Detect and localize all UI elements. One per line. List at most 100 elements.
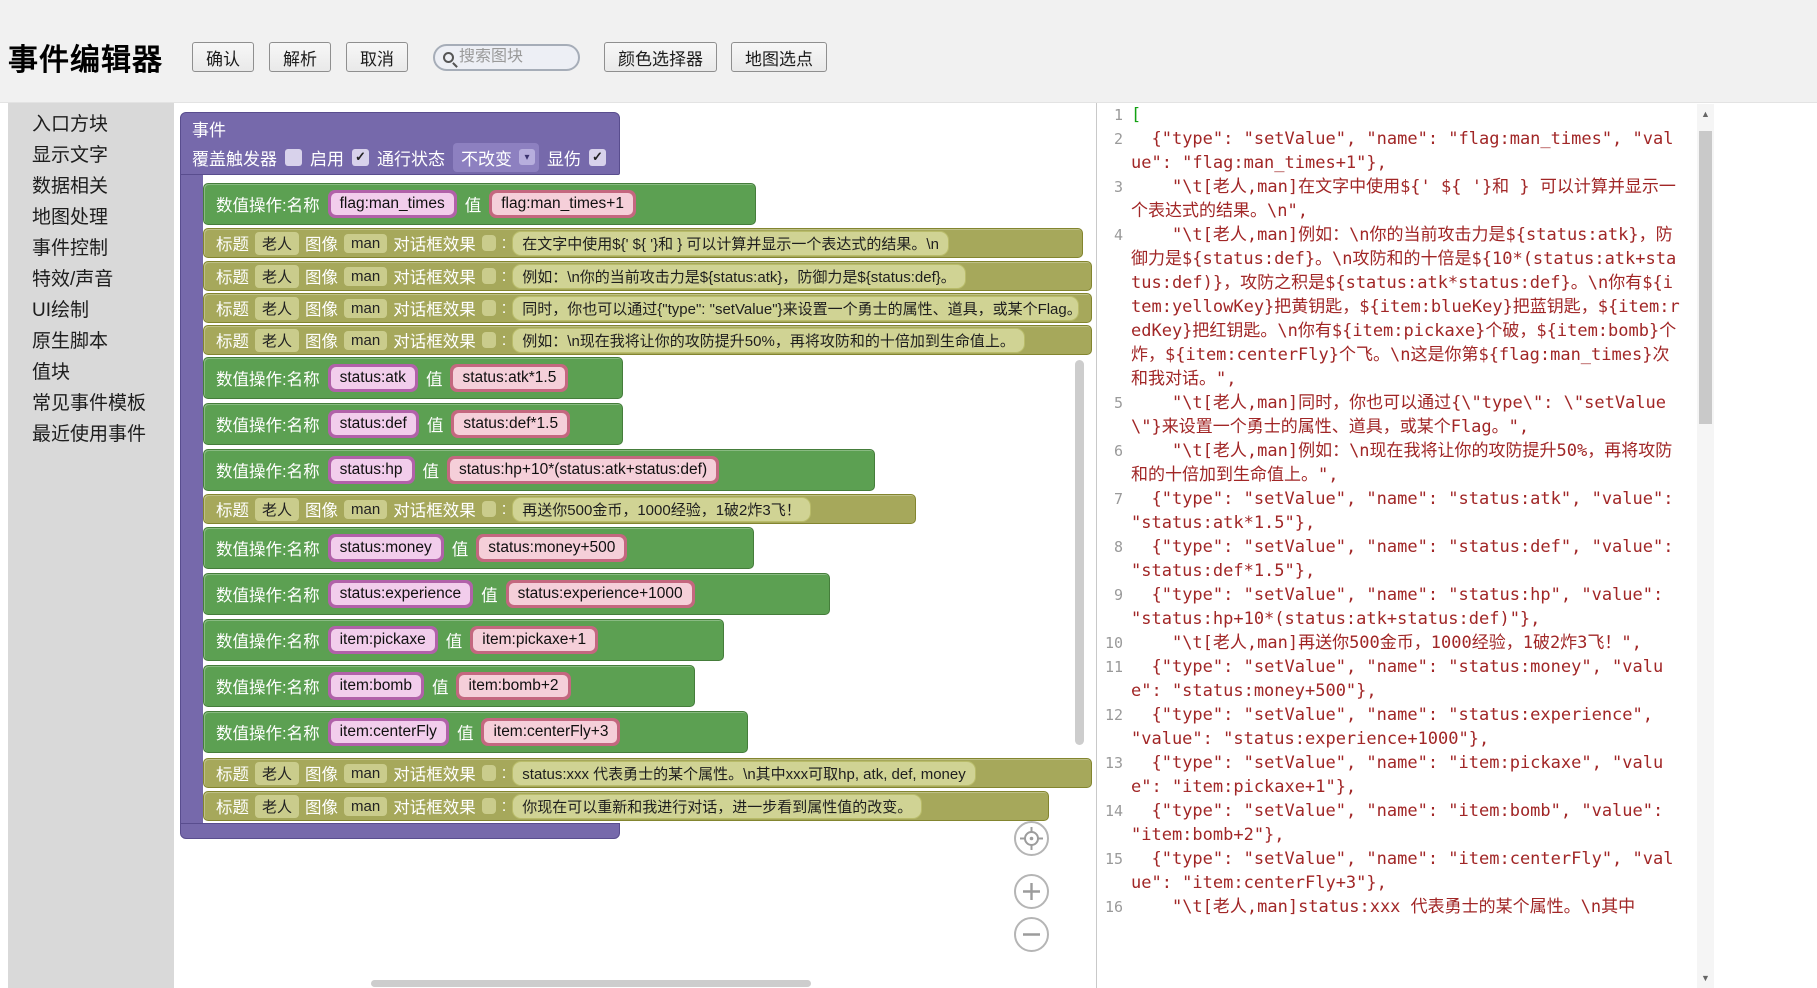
sidebar-item-6[interactable]: UI绘制 [8,295,174,326]
sidebar-item-4[interactable]: 事件控制 [8,233,174,264]
speaker-field[interactable]: 老人 [255,265,299,288]
block-set-value[interactable]: 数值操作:名称status:experience值status:experien… [203,573,830,615]
block-show-text[interactable]: 标题老人图像man对话框效果:你现在可以重新和我进行对话，进一步看到属性值的改变… [203,791,1049,821]
block-show-text[interactable]: 标题老人图像man对话框效果:同时，你也可以通过{"type": "setVal… [203,293,1092,323]
scroll-down-icon[interactable]: ▼ [1697,970,1714,986]
pass-state-dropdown[interactable]: 不改变 ▾ [453,143,539,172]
sidebar-item-7[interactable]: 原生脚本 [8,326,174,357]
block-show-text[interactable]: 标题老人图像man对话框效果:status:xxx 代表勇士的某个属性。\n其中… [203,758,1092,788]
name-field[interactable]: flag:man_times [328,190,457,218]
event-block-header[interactable]: 事件 覆盖触发器 启用 ✓ 通行状态 不改变 ▾ 显伤 ✓ [180,112,620,175]
block-search-box[interactable] [433,44,580,71]
code-line-text[interactable]: "\t[老人,man]例如：\n现在我将让你的攻防提升50%，再将攻防和的十倍加… [1131,439,1697,487]
zoom-out-icon[interactable] [1013,916,1050,953]
override-trigger-checkbox[interactable] [285,149,302,166]
image-field[interactable]: man [344,764,387,783]
code-line-text[interactable]: {"type": "setValue", "name": "status:atk… [1131,487,1697,535]
image-field[interactable]: man [344,331,387,350]
code-line-text[interactable]: "\t[老人,man]在文字中使用${' ${ '}和 } 可以计算并显示一个表… [1131,175,1697,223]
blockly-workspace[interactable]: 事件 覆盖触发器 启用 ✓ 通行状态 不改变 ▾ 显伤 ✓ 数值操作:名称fla… [174,103,1096,988]
block-set-value[interactable]: 数值操作:名称flag:man_times值flag:man_times+1 [203,183,756,225]
speaker-field[interactable]: 老人 [255,498,299,521]
text-field[interactable]: 在文字中使用${' ${ '}和 } 可以计算并显示一个表达式的结果。\n [512,231,949,256]
code-line-text[interactable]: "\t[老人,man]再送你500金币，1000经验，1破2炸3飞！", [1131,631,1697,655]
code-line-text[interactable]: {"type": "setValue", "name": "flag:man_t… [1131,127,1697,175]
workspace-vertical-scrollbar[interactable] [1075,360,1084,745]
sidebar-item-9[interactable]: 常见事件模板 [8,388,174,419]
color-picker-button[interactable]: 颜色选择器 [604,42,717,72]
zoom-reset-icon[interactable] [1013,820,1050,857]
code-editor[interactable]: 1[2 {"type": "setValue", "name": "flag:m… [1097,103,1697,988]
speaker-field[interactable]: 老人 [255,297,299,320]
image-field[interactable]: man [344,234,387,253]
text-field[interactable]: 同时，你也可以通过{"type": "setValue"}来设置一个勇士的属性、… [512,296,1079,321]
name-field[interactable]: status:atk [328,364,418,392]
value-field[interactable]: status:hp+10*(status:atk+status:def) [447,456,719,484]
sidebar-item-0[interactable]: 入口方块 [8,109,174,140]
text-field[interactable]: 例如：\n现在我将让你的攻防提升50%，再将攻防和的十倍加到生命值上。 [512,328,1025,353]
sidebar-item-1[interactable]: 显示文字 [8,140,174,171]
scroll-up-icon[interactable]: ▲ [1697,106,1714,122]
block-set-value[interactable]: 数值操作:名称status:def值status:def*1.5 [203,403,623,445]
text-field[interactable]: 例如：\n你的当前攻击力是${status:atk}，防御力是${status:… [512,264,965,289]
code-line-text[interactable]: {"type": "setValue", "name": "item:picka… [1131,751,1697,799]
value-field[interactable]: item:centerFly+3 [481,718,620,746]
block-set-value[interactable]: 数值操作:名称status:atk值status:atk*1.5 [203,357,623,399]
enable-checkbox[interactable]: ✓ [352,149,369,166]
damage-checkbox[interactable]: ✓ [589,149,606,166]
block-set-value[interactable]: 数值操作:名称item:bomb值item:bomb+2 [203,665,695,707]
event-block-spine[interactable] [180,175,203,823]
image-field[interactable]: man [344,267,387,286]
search-input[interactable] [459,48,564,66]
block-show-text[interactable]: 标题老人图像man对话框效果:再送你500金币，1000经验，1破2炸3飞！ [203,494,916,524]
image-field[interactable]: man [344,797,387,816]
speaker-field[interactable]: 老人 [255,329,299,352]
parse-button[interactable]: 解析 [269,42,331,72]
sidebar-item-10[interactable]: 最近使用事件 [8,419,174,450]
dialog-effect-field[interactable] [482,501,496,517]
editor-scrollbar-thumb[interactable] [1699,131,1712,424]
speaker-field[interactable]: 老人 [255,762,299,785]
dialog-effect-field[interactable] [482,268,496,284]
dialog-effect-field[interactable] [482,332,496,348]
code-line-text[interactable]: [ [1131,103,1697,127]
name-field[interactable]: item:bomb [328,672,424,700]
block-show-text[interactable]: 标题老人图像man对话框效果:例如：\n现在我将让你的攻防提升50%，再将攻防和… [203,325,1092,355]
sidebar-item-8[interactable]: 值块 [8,357,174,388]
text-field[interactable]: 再送你500金币，1000经验，1破2炸3飞！ [512,497,810,522]
dialog-effect-field[interactable] [482,765,496,781]
map-point-button[interactable]: 地图选点 [731,42,827,72]
image-field[interactable]: man [344,500,387,519]
name-field[interactable]: status:money [328,534,444,562]
name-field[interactable]: item:pickaxe [328,626,438,654]
code-line-text[interactable]: {"type": "setValue", "name": "status:exp… [1131,703,1697,751]
dialog-effect-field[interactable] [482,235,496,251]
block-show-text[interactable]: 标题老人图像man对话框效果:在文字中使用${' ${ '}和 } 可以计算并显… [203,228,1083,258]
value-field[interactable]: status:experience+1000 [506,580,695,608]
confirm-button[interactable]: 确认 [192,42,254,72]
speaker-field[interactable]: 老人 [255,232,299,255]
name-field[interactable]: status:def [328,410,419,438]
value-field[interactable]: item:pickaxe+1 [470,626,598,654]
image-field[interactable]: man [344,299,387,318]
text-field[interactable]: 你现在可以重新和我进行对话，进一步看到属性值的改变。 [512,794,922,819]
name-field[interactable]: item:centerFly [328,718,449,746]
value-field[interactable]: status:atk*1.5 [450,364,568,392]
code-line-text[interactable]: "\t[老人,man]status:xxx 代表勇士的某个属性。\n其中 [1131,895,1697,919]
name-field[interactable]: status:hp [328,456,415,484]
value-field[interactable]: flag:man_times+1 [489,190,636,218]
dialog-effect-field[interactable] [482,798,496,814]
code-line-text[interactable]: {"type": "setValue", "name": "item:bomb"… [1131,799,1697,847]
block-show-text[interactable]: 标题老人图像man对话框效果:例如：\n你的当前攻击力是${status:atk… [203,261,1092,291]
code-line-text[interactable]: {"type": "setValue", "name": "item:cente… [1131,847,1697,895]
code-line-text[interactable]: {"type": "setValue", "name": "status:hp"… [1131,583,1697,631]
dialog-effect-field[interactable] [482,300,496,316]
workspace-horizontal-scrollbar[interactable] [371,980,811,987]
speaker-field[interactable]: 老人 [255,795,299,818]
sidebar-item-3[interactable]: 地图处理 [8,202,174,233]
cancel-button[interactable]: 取消 [346,42,408,72]
value-field[interactable]: item:bomb+2 [456,672,570,700]
text-field[interactable]: status:xxx 代表勇士的某个属性。\n其中xxx可取hp, atk, d… [512,761,975,786]
block-set-value[interactable]: 数值操作:名称item:pickaxe值item:pickaxe+1 [203,619,724,661]
value-field[interactable]: status:money+500 [476,534,627,562]
